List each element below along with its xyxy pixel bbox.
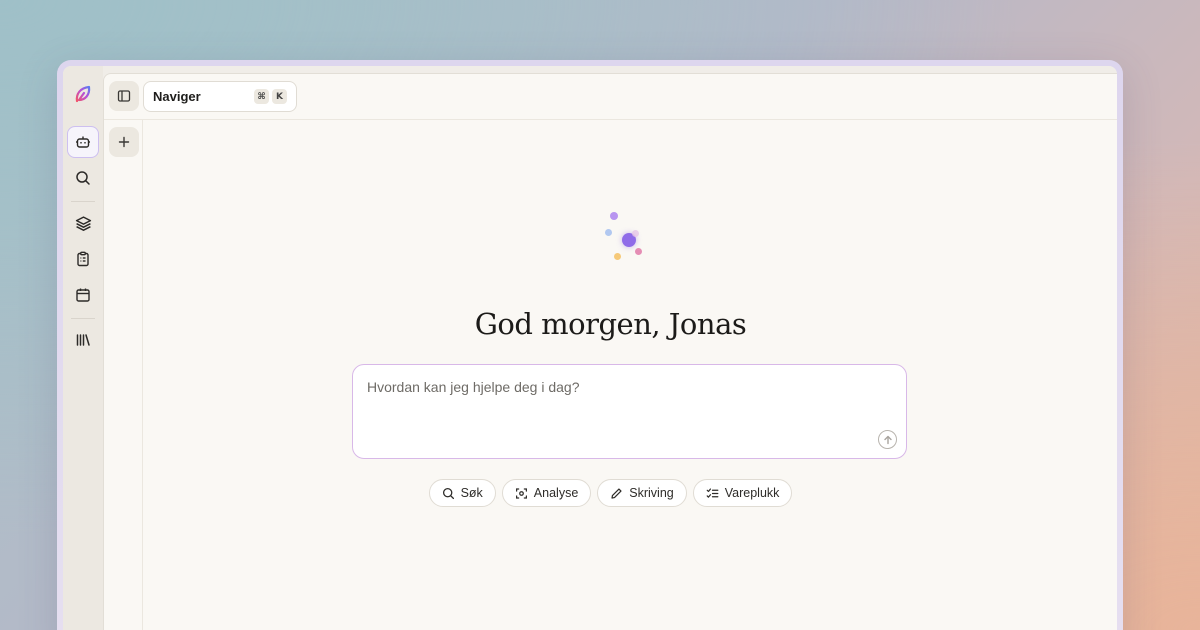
rail-item-calendar[interactable]: [67, 279, 99, 311]
chip-label: Analyse: [533, 486, 579, 500]
rail-item-layers[interactable]: [67, 207, 99, 239]
chip-writing[interactable]: Skriving: [597, 479, 687, 507]
checklist-icon: [706, 487, 719, 498]
sidebar-toggle-icon: [117, 90, 131, 102]
plus-icon: [118, 136, 130, 148]
sidepanel-divider: [142, 120, 143, 630]
shortcut-key-cmd: ⌘: [254, 89, 269, 104]
suggestion-chips: Søk Analyse Skriving Vareplukk: [104, 479, 1117, 507]
calendar-icon: [76, 288, 90, 302]
app-inner: Naviger ⌘ K God morgen, Jonas Hvordan ka…: [63, 66, 1117, 630]
rail-separator: [71, 201, 95, 202]
rail-item-assistant[interactable]: [67, 126, 99, 158]
new-button[interactable]: [109, 127, 139, 157]
chip-label: Skriving: [629, 486, 674, 500]
greeting-title: God morgen, Jonas: [474, 307, 747, 341]
prompt-box[interactable]: [352, 364, 907, 459]
chip-picking[interactable]: Vareplukk: [692, 479, 793, 507]
pencil-icon: [611, 487, 622, 499]
robot-icon: [76, 136, 90, 148]
left-rail: [63, 66, 103, 630]
logo-icon[interactable]: [67, 78, 99, 110]
clipboard-list-icon: [77, 251, 89, 267]
main-panel: Naviger ⌘ K God morgen, Jonas Hvordan ka…: [103, 73, 1117, 630]
library-icon: [76, 334, 90, 346]
rail-item-tasks[interactable]: [67, 243, 99, 275]
topbar-divider: [104, 119, 1117, 120]
search-icon: [76, 171, 90, 185]
chip-label: Søk: [460, 486, 483, 500]
app-window: Naviger ⌘ K God morgen, Jonas Hvordan ka…: [57, 60, 1123, 630]
send-button[interactable]: [878, 430, 897, 449]
prompt-input[interactable]: [367, 379, 866, 395]
search-icon: [442, 487, 454, 499]
chip-label: Vareplukk: [724, 486, 780, 500]
toggle-sidebar-button[interactable]: [109, 81, 139, 111]
rail-separator: [71, 318, 95, 319]
shortcut-key-k: K: [272, 89, 287, 104]
chip-search[interactable]: Søk: [428, 479, 496, 507]
navigate-label: Naviger: [153, 89, 201, 104]
rail-item-search[interactable]: [67, 162, 99, 194]
chip-analysis[interactable]: Analyse: [501, 479, 592, 507]
layers-icon: [75, 215, 91, 231]
scan-icon: [515, 487, 527, 499]
arrow-up-icon: [883, 435, 892, 444]
rail-item-library[interactable]: [67, 324, 99, 356]
navigate-button[interactable]: Naviger ⌘ K: [143, 81, 297, 112]
